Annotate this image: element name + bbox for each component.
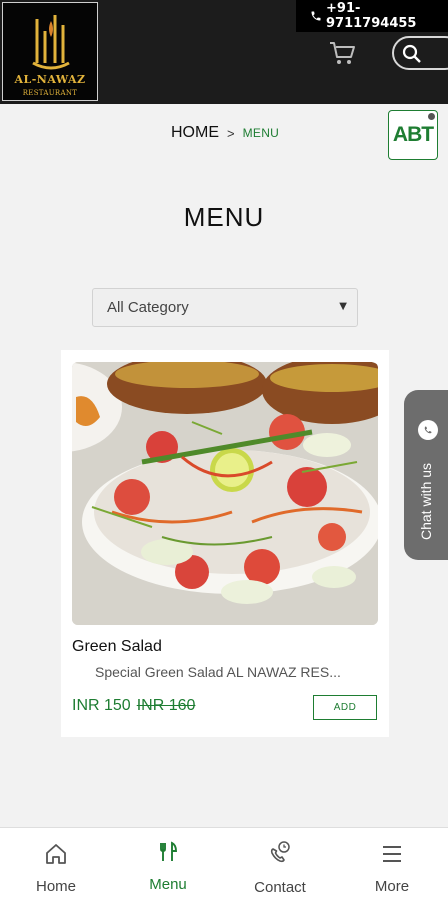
add-to-cart-button[interactable]: ADD (313, 695, 377, 720)
chat-label: Chat with us (418, 462, 434, 540)
nav-label-more: More (374, 878, 410, 895)
salad-photo-image (72, 362, 378, 625)
item-description: Special Green Salad AL NAWAZ RES... (95, 664, 341, 680)
search-icon (402, 44, 421, 63)
cart-icon (330, 42, 355, 64)
breadcrumb: HOME > MENU (171, 124, 279, 142)
category-selected-value: All Category (107, 299, 189, 316)
chevron-down-icon: ▼ (339, 301, 347, 312)
breadcrumb-separator: > (227, 125, 235, 141)
breadcrumb-home[interactable]: HOME (171, 124, 219, 142)
item-old-price: INR 160 (136, 697, 196, 714)
nav-item-more[interactable]: More (336, 828, 448, 900)
phone-call-icon (270, 841, 290, 863)
home-icon (46, 844, 66, 864)
logo-name: AL-NAWAZ (14, 73, 86, 86)
phone-link[interactable]: +91-9711794455 (296, 0, 448, 32)
phone-number: +91-9711794455 (326, 1, 417, 31)
abt-badge-button[interactable]: ABT (388, 110, 438, 160)
nav-item-menu[interactable]: Menu (112, 828, 224, 900)
item-price-group: INR 150 INR 160 (72, 697, 195, 715)
nav-label-menu: Menu (149, 876, 187, 893)
item-name[interactable]: Green Salad (72, 638, 162, 656)
category-select[interactable]: All Category ▼ (92, 288, 358, 327)
nav-item-contact[interactable]: Contact (224, 828, 336, 900)
logo-subtitle: RESTAURANT (22, 89, 78, 97)
restaurant-logo[interactable]: AL-NAWAZ RESTAURANT (2, 2, 98, 101)
chat-with-us-tab[interactable]: Chat with us (404, 390, 448, 560)
breadcrumb-current: MENU (242, 126, 280, 140)
bottom-navigation: Home Menu Contact More (0, 827, 448, 900)
item-price: INR 150 (72, 697, 131, 714)
page-title: MENU (183, 202, 265, 232)
abt-badge-label: ABT (392, 123, 434, 146)
phone-icon (311, 11, 321, 21)
hamburger-icon (383, 846, 401, 862)
whatsapp-icon (418, 420, 438, 440)
nav-label-home: Home (35, 878, 76, 895)
notification-dot (428, 113, 435, 120)
fork-knife-icon (160, 841, 177, 861)
search-button[interactable] (392, 36, 448, 70)
logo-emblem-icon (32, 15, 70, 70)
cart-button[interactable] (328, 40, 356, 66)
nav-item-home[interactable]: Home (0, 828, 112, 900)
app-header: AL-NAWAZ RESTAURANT +91-9711794455 (0, 0, 448, 104)
menu-item-card[interactable]: Green Salad Special Green Salad AL NAWAZ… (61, 350, 389, 737)
item-photo[interactable] (72, 362, 378, 625)
nav-label-contact: Contact (254, 879, 306, 896)
